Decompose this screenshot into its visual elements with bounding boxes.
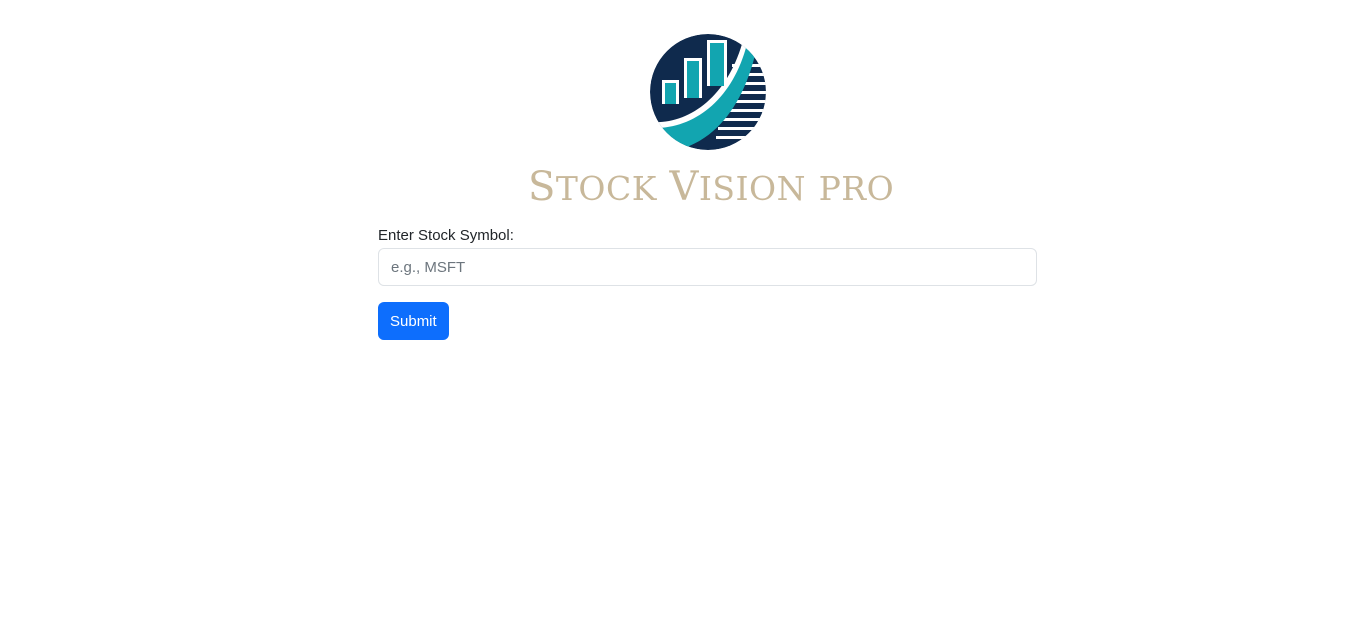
stock-symbol-form: Enter Stock Symbol: Submit: [378, 226, 1037, 340]
submit-button[interactable]: Submit: [378, 302, 449, 340]
brand-name-ision: ISION: [698, 169, 806, 208]
brand-logo: STOCK VISION PRO: [528, 30, 894, 210]
brand-name-tock: TOCK: [555, 169, 657, 208]
page: STOCK VISION PRO Enter Stock Symbol: Sub…: [0, 0, 1366, 641]
brand-name-v: V: [669, 164, 699, 210]
brand-name-s: S: [528, 164, 556, 210]
brand-name: STOCK VISION PRO: [528, 164, 894, 210]
stock-symbol-input[interactable]: [378, 248, 1037, 286]
rising-chart-circle-icon: [650, 34, 766, 150]
brand-name-pro: PRO: [818, 169, 895, 208]
stock-symbol-label: Enter Stock Symbol:: [378, 227, 514, 244]
